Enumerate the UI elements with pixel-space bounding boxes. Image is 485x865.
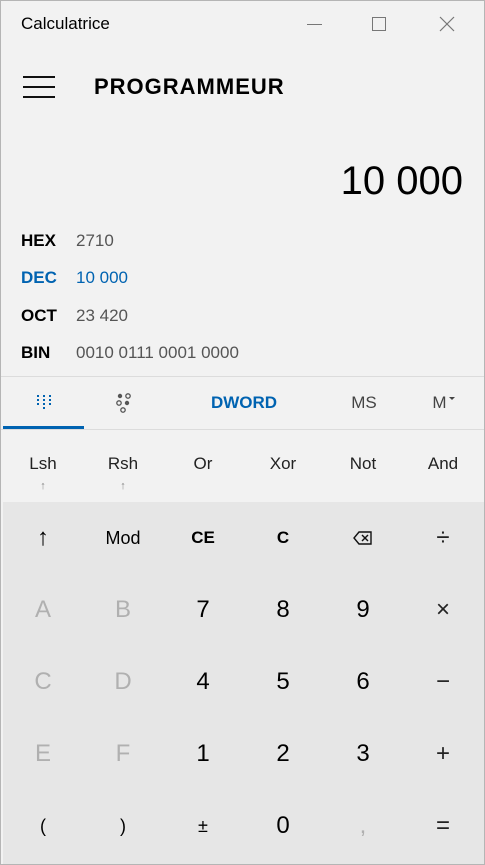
digit-0-button[interactable]: 0 [243,790,323,862]
calculator-window: Calculatrice PROGRAMMEUR 10 000 HEX 2710… [0,0,485,865]
backspace-icon [353,531,372,545]
and-button[interactable]: And [403,432,483,502]
xor-label: Xor [269,454,297,473]
hex-d-button[interactable]: D [83,646,163,718]
radix-label: OCT [21,306,57,325]
digit-3-button[interactable]: 3 [323,718,403,790]
divide-button[interactable]: ÷ [403,502,483,574]
not-label: Not [349,454,377,473]
clear-button[interactable]: C [243,502,323,574]
radix-value: 23 420 [76,306,128,325]
hex-b-button[interactable]: B [83,574,163,646]
radix-label: DEC [21,268,57,287]
subtract-button[interactable]: − [403,646,483,718]
digit-9-button[interactable]: 9 [323,574,403,646]
radix-row-oct[interactable]: OCT 23 420 [21,301,128,331]
tab-full-keypad[interactable] [3,377,84,429]
lsh-button[interactable]: Lsh ↑ [3,432,83,502]
hex-f-button[interactable]: F [83,718,163,790]
minimize-button[interactable] [291,1,337,47]
close-icon [439,16,455,32]
hamburger-icon [23,76,55,78]
maximize-button[interactable] [356,1,402,47]
result-display: 10 000 [340,159,463,203]
tab-bit-toggling[interactable] [84,377,164,429]
caret-down-icon [448,397,455,400]
word-size-button[interactable]: DWORD [164,377,324,429]
close-button[interactable] [424,1,470,47]
rsh-button[interactable]: Rsh ↑ [83,432,163,502]
digit-8-button[interactable]: 8 [243,574,323,646]
menu-button[interactable] [23,76,55,98]
minimize-icon [306,23,322,25]
mode-tab-bar: DWORD MS M [1,376,484,430]
mod-button[interactable]: Mod [83,502,163,574]
close-paren-button[interactable]: ) [83,790,163,862]
title-bar[interactable]: Calculatrice [1,1,484,47]
and-label: And [427,454,459,473]
digit-4-button[interactable]: 4 [163,646,243,718]
hex-e-button[interactable]: E [3,718,83,790]
radix-value: 2710 [76,231,114,250]
add-button[interactable]: + [403,718,483,790]
multiply-button[interactable]: × [403,574,483,646]
maximize-icon [372,17,386,31]
radix-label: HEX [21,231,56,250]
lsh-label: Lsh [29,454,57,473]
memory-list-label: M [432,393,447,412]
up-arrow-icon: ↑ [40,480,46,492]
keypad: ↑ Mod CE C ÷ A B 7 8 9 × C D 4 5 6 − E F… [3,502,484,864]
digit-1-button[interactable]: 1 [163,718,243,790]
or-label: Or [193,454,213,473]
bitwise-row: Lsh ↑ Rsh ↑ Or Xor Not And [1,432,484,502]
digit-2-button[interactable]: 2 [243,718,323,790]
equals-button[interactable]: = [403,790,483,862]
digit-7-button[interactable]: 7 [163,574,243,646]
radix-row-dec[interactable]: DEC 10 000 [21,263,128,293]
hex-a-button[interactable]: A [3,574,83,646]
shift-button[interactable]: ↑ [3,502,83,574]
radix-value: 10 000 [76,268,128,287]
up-arrow-icon: ↑ [120,480,126,492]
memory-store-button[interactable]: MS [324,377,404,429]
radix-value: 0010 0111 0001 0000 [76,343,239,362]
backspace-button[interactable] [323,502,403,574]
memory-list-button[interactable]: M [404,377,484,429]
radix-row-bin[interactable]: BIN 0010 0111 0001 0000 [21,338,239,368]
keypad-grid-icon [36,394,51,409]
bit-toggle-icon [116,393,131,413]
digit-6-button[interactable]: 6 [323,646,403,718]
not-button[interactable]: Not [323,432,403,502]
open-paren-button[interactable]: ( [3,790,83,862]
hex-c-button[interactable]: C [3,646,83,718]
or-button[interactable]: Or [163,432,243,502]
decimal-button[interactable]: , [323,790,403,862]
xor-button[interactable]: Xor [243,432,323,502]
rsh-label: Rsh [107,454,139,473]
negate-button[interactable]: ± [163,790,243,862]
mode-title: PROGRAMMEUR [94,74,285,99]
clear-entry-button[interactable]: CE [163,502,243,574]
radix-label: BIN [21,343,51,362]
app-title: Calculatrice [21,14,110,33]
digit-5-button[interactable]: 5 [243,646,323,718]
radix-row-hex[interactable]: HEX 2710 [21,226,114,256]
